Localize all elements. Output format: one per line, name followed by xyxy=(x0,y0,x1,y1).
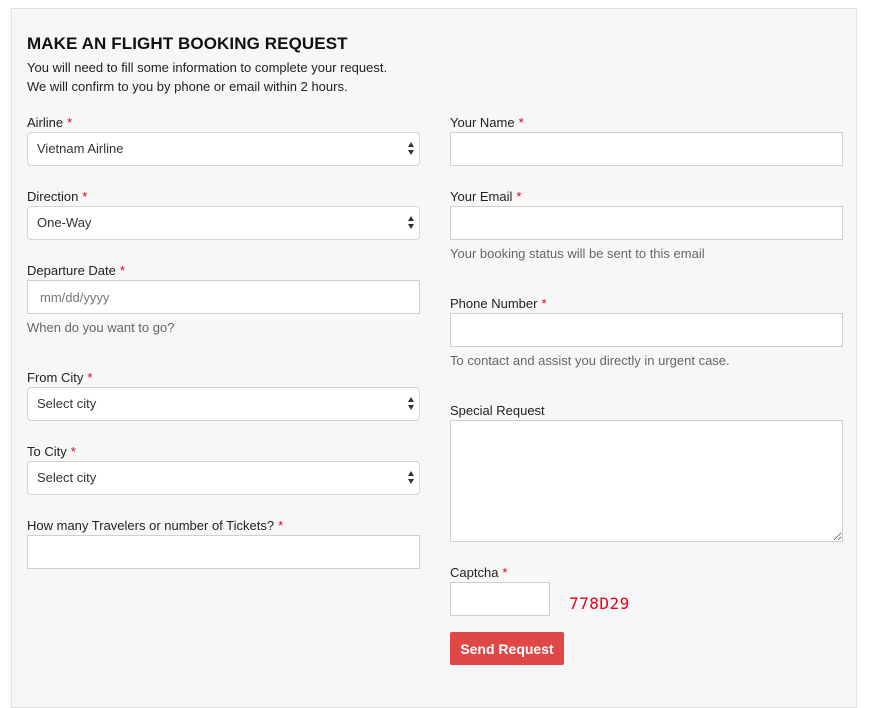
required-mark: * xyxy=(541,296,547,311)
direction-select-value: One-Way xyxy=(37,215,92,230)
required-mark: * xyxy=(518,115,524,130)
from-city-select[interactable]: Select city xyxy=(27,387,420,421)
to-city-label: To City * xyxy=(27,444,76,459)
required-mark: * xyxy=(502,565,508,580)
name-label: Your Name * xyxy=(450,115,524,130)
departure-date-input[interactable] xyxy=(27,280,420,314)
from-city-label: From City * xyxy=(27,370,93,385)
required-mark: * xyxy=(87,370,93,385)
select-arrows-icon xyxy=(408,142,414,156)
travelers-input[interactable] xyxy=(27,535,420,569)
name-input[interactable] xyxy=(450,132,843,166)
special-request-label: Special Request xyxy=(450,403,545,418)
captcha-label: Captcha * xyxy=(450,565,508,580)
form-title: MAKE AN FLIGHT BOOKING REQUEST xyxy=(27,34,348,53)
required-mark: * xyxy=(82,189,88,204)
to-city-select-value: Select city xyxy=(37,470,97,485)
departure-date-help: When do you want to go? xyxy=(27,320,175,335)
intro-line-1: You will need to fill some information t… xyxy=(27,60,388,75)
select-arrows-icon xyxy=(408,216,414,230)
required-mark: * xyxy=(67,115,73,130)
intro-line-2: We will confirm to you by phone or email… xyxy=(27,79,348,94)
direction-label: Direction * xyxy=(27,189,88,204)
required-mark: * xyxy=(70,444,76,459)
direction-select[interactable]: One-Way xyxy=(27,206,420,240)
airline-select-value: Vietnam Airline xyxy=(37,141,124,156)
airline-label: Airline * xyxy=(27,115,73,130)
airline-select[interactable]: Vietnam Airline xyxy=(27,132,420,166)
special-request-textarea[interactable] xyxy=(450,420,843,542)
phone-label: Phone Number * xyxy=(450,296,547,311)
email-input[interactable] xyxy=(450,206,843,240)
captcha-code: 778D29 xyxy=(569,594,630,613)
email-label: Your Email * xyxy=(450,189,522,204)
select-arrows-icon xyxy=(408,471,414,485)
send-request-button[interactable]: Send Request xyxy=(450,632,564,665)
booking-form-panel xyxy=(11,8,857,708)
captcha-input[interactable] xyxy=(450,582,550,616)
departure-date-label: Departure Date * xyxy=(27,263,125,278)
from-city-select-value: Select city xyxy=(37,396,97,411)
select-arrows-icon xyxy=(408,397,414,411)
phone-help: To contact and assist you directly in ur… xyxy=(450,353,730,368)
phone-input[interactable] xyxy=(450,313,843,347)
travelers-label: How many Travelers or number of Tickets?… xyxy=(27,518,284,533)
required-mark: * xyxy=(278,518,284,533)
required-mark: * xyxy=(516,189,522,204)
to-city-select[interactable]: Select city xyxy=(27,461,420,495)
required-mark: * xyxy=(119,263,125,278)
email-help: Your booking status will be sent to this… xyxy=(450,246,705,261)
